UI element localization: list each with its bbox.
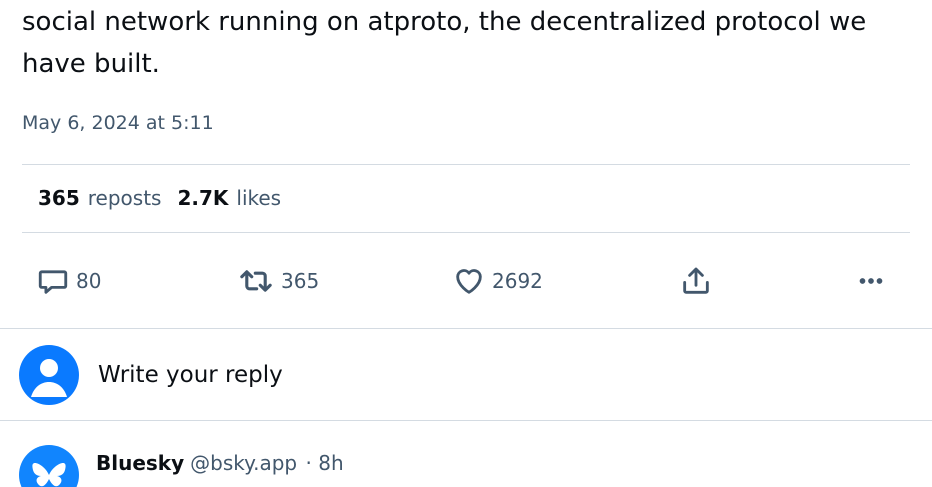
likes-count: 2.7K (177, 186, 229, 210)
post-author-line: Bluesky @bsky.app · 8h (96, 451, 344, 475)
like-count: 2692 (492, 269, 543, 293)
post-timestamp[interactable]: May 6, 2024 at 5:11 (22, 112, 214, 134)
meta-separator: · (305, 451, 312, 475)
repost-button[interactable]: 365 (237, 264, 319, 298)
post-age[interactable]: 8h (318, 451, 343, 475)
post-body-text: social network running on atproto, the d… (22, 7, 867, 79)
reply-icon (36, 264, 70, 298)
divider (22, 164, 910, 165)
repost-icon (237, 264, 275, 298)
divider (22, 232, 910, 233)
reposts-count: 365 (38, 186, 80, 210)
reply-input-placeholder[interactable]: Write your reply (98, 362, 283, 388)
heart-icon (452, 264, 486, 298)
user-avatar (19, 345, 79, 405)
post-stats: 365 reposts 2.7K likes (38, 186, 281, 210)
post-thread-view: social network running on atproto, the d… (0, 0, 932, 487)
default-avatar-icon (31, 359, 67, 397)
share-button[interactable] (679, 264, 713, 298)
reply-count: 80 (76, 269, 102, 293)
likes-stat[interactable]: 2.7K likes (177, 186, 281, 210)
reposts-label: reposts (87, 186, 162, 210)
more-icon (854, 264, 888, 298)
likes-label: likes (236, 186, 282, 210)
repost-count: 365 (281, 269, 320, 293)
reposts-stat[interactable]: 365 reposts (38, 186, 161, 210)
share-icon (679, 264, 713, 298)
more-options-button[interactable] (854, 264, 888, 298)
bluesky-avatar[interactable] (19, 445, 79, 487)
reply-composer[interactable]: Write your reply (0, 329, 932, 419)
author-name[interactable]: Bluesky (96, 451, 184, 475)
author-handle[interactable]: @bsky.app (190, 451, 297, 475)
butterfly-icon (32, 463, 66, 487)
next-post[interactable]: Bluesky @bsky.app · 8h (0, 421, 932, 487)
reply-button[interactable]: 80 (36, 264, 101, 298)
like-button[interactable]: 2692 (452, 264, 543, 298)
